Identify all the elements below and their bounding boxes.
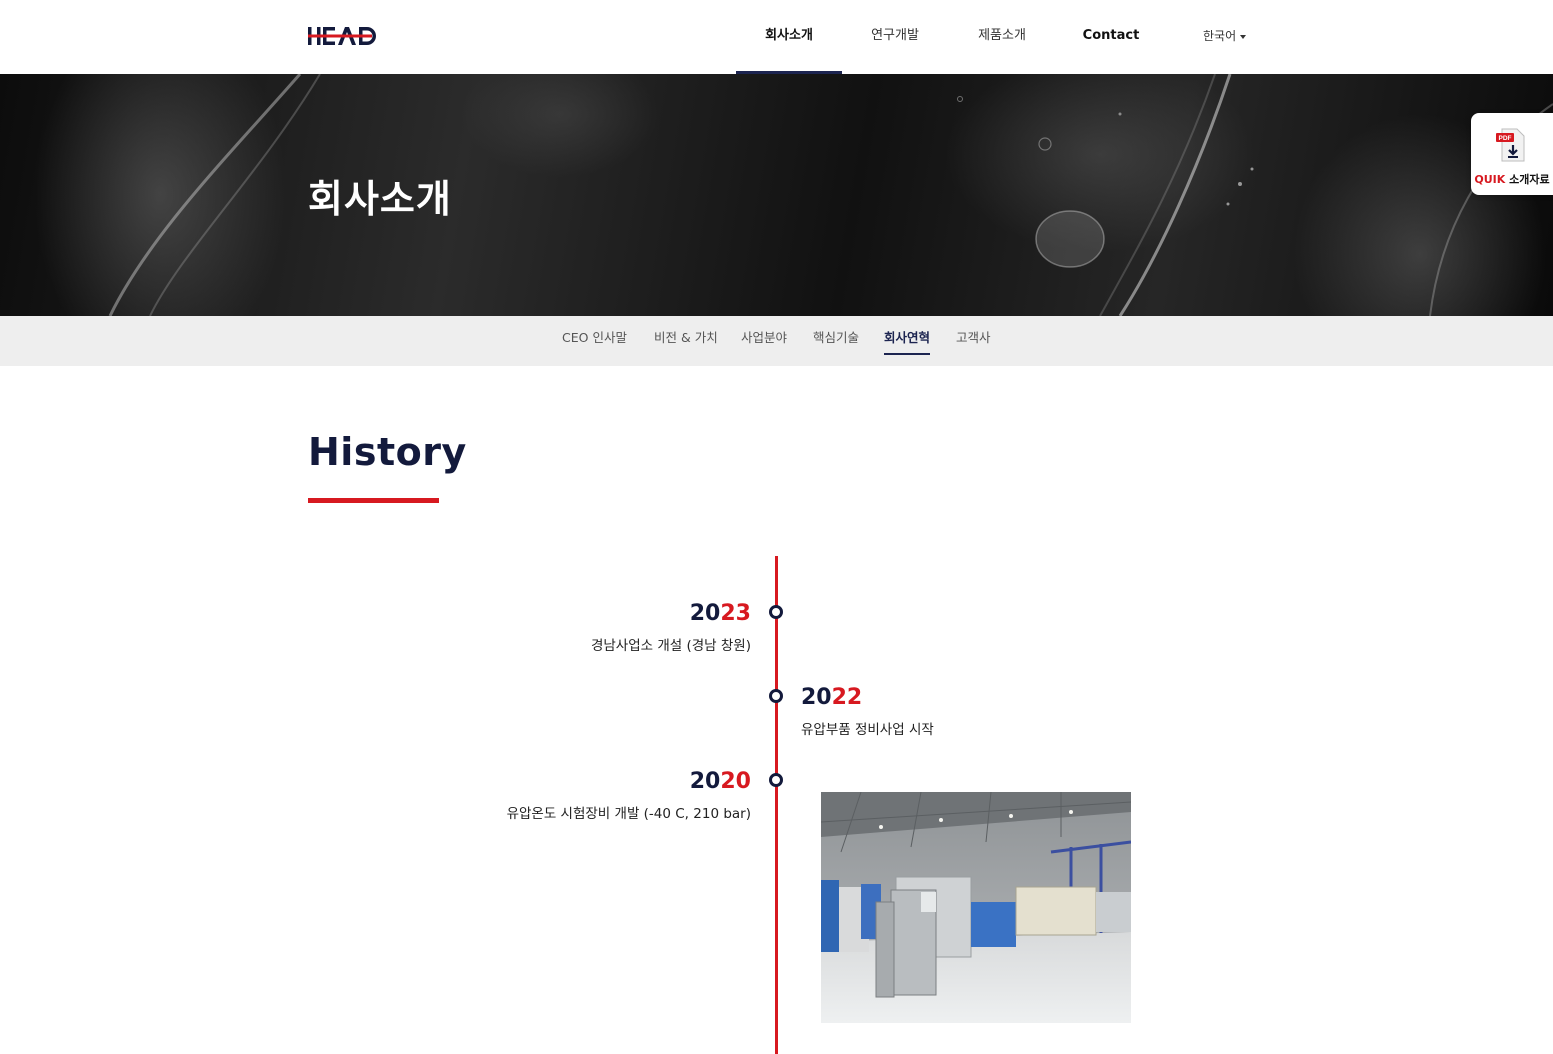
- hero-background-art: [108, 74, 1553, 316]
- timeline-dot: [769, 773, 783, 787]
- test-facility-photo: [821, 792, 1131, 1023]
- nav-products[interactable]: 제품소개: [950, 0, 1054, 74]
- hero-banner: 회사소개: [0, 74, 1553, 316]
- timeline-event: 유압부품 정비사업 시작: [801, 722, 934, 738]
- timeline-year: 2023: [690, 601, 751, 626]
- site-header: 회사소개 연구개발 제품소개 Contact 한국어: [0, 0, 1553, 74]
- language-label: 한국어: [1203, 29, 1237, 43]
- subnav-history[interactable]: 회사연혁: [884, 316, 931, 366]
- year-suffix: 23: [720, 601, 751, 626]
- timeline-event: 경남사업소 개설 (경남 창원): [590, 638, 751, 654]
- quick-label: QUIK 소개자료: [1471, 171, 1553, 187]
- year-prefix: 20: [801, 685, 832, 710]
- sub-navigation: CEO 인사말 비전 & 가치 사업분야 핵심기술 회사연혁 고객사: [0, 316, 1553, 366]
- year-suffix: 20: [720, 769, 751, 794]
- language-selector[interactable]: 한국어: [1203, 0, 1247, 74]
- pdf-download-icon: PDF: [1496, 128, 1525, 162]
- hero-title: 회사소개: [308, 177, 452, 221]
- quick-label-text: 소개자료: [1505, 173, 1550, 186]
- year-suffix: 22: [831, 685, 863, 710]
- year-prefix: 20: [689, 769, 721, 794]
- nav-contact[interactable]: Contact: [1060, 0, 1162, 74]
- timeline-dot: [769, 605, 783, 619]
- history-heading: History: [308, 430, 467, 474]
- subnav-ceo[interactable]: CEO 인사말: [562, 316, 627, 366]
- quick-brochure-download[interactable]: PDF QUIK 소개자료: [1471, 113, 1553, 195]
- subnav-core-tech[interactable]: 핵심기술: [813, 316, 859, 366]
- nav-company[interactable]: 회사소개: [736, 0, 842, 74]
- subnav-business[interactable]: 사업분야: [741, 316, 787, 366]
- timeline-year: 2020: [690, 769, 751, 794]
- subnav-clients[interactable]: 고객사: [956, 316, 991, 366]
- caret-down-icon: [1240, 34, 1247, 39]
- pdf-badge: PDF: [1499, 135, 1512, 142]
- timeline-event: 유압온도 시험장비 개발 (-40 C, 210 bar): [506, 806, 751, 822]
- timeline-dot: [769, 689, 783, 703]
- head-logo[interactable]: [308, 26, 378, 46]
- quick-label-brand: QUIK: [1474, 173, 1506, 186]
- year-prefix: 20: [689, 601, 721, 626]
- nav-rnd[interactable]: 연구개발: [843, 0, 947, 74]
- heading-underline: [308, 498, 439, 503]
- timeline-year: 2022: [801, 685, 862, 710]
- subnav-vision[interactable]: 비전 & 가치: [654, 316, 718, 366]
- timeline-line: [775, 556, 778, 1054]
